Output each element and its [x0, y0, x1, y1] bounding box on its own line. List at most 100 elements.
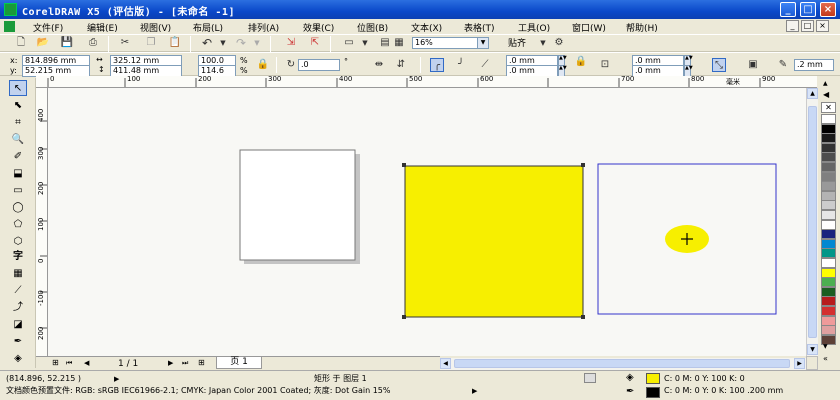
palette-swatch[interactable] — [821, 229, 836, 240]
doc-minimize-button[interactable]: _ — [786, 20, 799, 32]
menu-help[interactable]: 帮助(H) — [626, 21, 658, 34]
application-launcher-icon[interactable]: ▭ — [342, 36, 356, 50]
copy-icon[interactable]: ❐ — [144, 36, 158, 50]
add-page-after-icon[interactable]: ⊞ — [198, 358, 205, 367]
palette-swatch[interactable] — [821, 277, 836, 288]
document-icon[interactable] — [4, 21, 15, 32]
scroll-up-arrow-icon[interactable]: ▲ — [807, 88, 818, 99]
no-fill-swatch[interactable]: ✕ — [821, 102, 836, 113]
zoom-dropdown-icon[interactable]: ▼ — [477, 37, 489, 49]
menu-view[interactable]: 视图(V) — [140, 21, 171, 34]
undo-icon[interactable]: ↶ — [200, 36, 214, 50]
smart-fill-tool-icon[interactable]: ⬓ — [9, 166, 27, 182]
palette-swatch[interactable] — [821, 133, 836, 144]
corel-connect-icon[interactable]: ▦ — [392, 36, 406, 50]
menu-arrange[interactable]: 排列(A) — [248, 21, 279, 34]
scalloped-corner-icon[interactable]: ╯ — [454, 58, 468, 72]
palette-swatch[interactable] — [821, 248, 836, 259]
horizontal-ruler[interactable]: 0 100 200 300 400 500 600 700 800 900 毫米 — [36, 76, 817, 88]
add-page-before-icon[interactable]: ⊞ — [52, 358, 59, 367]
export-icon[interactable]: ⇱ — [308, 36, 322, 50]
palette-expand-icon[interactable]: « — [823, 354, 828, 363]
redo-dropdown-icon[interactable]: ▼ — [250, 36, 264, 50]
palette-swatch[interactable] — [821, 181, 836, 192]
connector-tool-icon[interactable]: ⤴ — [9, 300, 27, 316]
palette-swatch[interactable] — [821, 190, 836, 201]
horizontal-scroll-thumb[interactable] — [454, 359, 790, 368]
status-expand-icon[interactable]: ▶ — [114, 373, 119, 385]
palette-scroll-down-icon[interactable]: ▼ — [823, 343, 828, 350]
transparency-icon[interactable] — [584, 373, 596, 383]
paste-icon[interactable]: 📋 — [168, 36, 182, 50]
palette-swatch[interactable] — [821, 306, 836, 316]
menu-file[interactable]: 文件(F) — [33, 21, 63, 34]
launcher-dropdown-icon[interactable]: ▼ — [358, 36, 372, 50]
fill-bucket-icon[interactable]: ◈ — [626, 372, 634, 383]
menu-layout[interactable]: 布局(L) — [193, 21, 223, 34]
basic-shapes-tool-icon[interactable]: ⬡ — [9, 234, 27, 250]
relative-corner-scaling-icon[interactable]: ⊡ — [598, 58, 612, 72]
menu-bitmaps[interactable]: 位图(B) — [357, 21, 388, 34]
palette-swatch[interactable] — [821, 210, 836, 220]
palette-flyout-icon[interactable]: ◀ — [823, 90, 829, 99]
lock-corners-icon[interactable]: 🔒 — [574, 55, 588, 69]
shape-tool-icon[interactable]: ⬉ — [9, 98, 27, 114]
palette-swatch[interactable] — [821, 315, 836, 326]
minimize-button[interactable]: _ — [780, 2, 796, 17]
page-tab-1[interactable]: 页 1 — [216, 357, 262, 369]
blend-tool-icon[interactable]: ◪ — [9, 317, 27, 333]
snap-dropdown-icon[interactable]: ▼ — [536, 36, 550, 50]
previous-page-icon[interactable]: ◀ — [84, 359, 89, 367]
palette-swatch[interactable] — [821, 267, 836, 278]
redo-icon[interactable]: ↷ — [234, 36, 248, 50]
coreldraw-app-icon[interactable] — [4, 3, 17, 16]
outline-color-swatch[interactable] — [646, 387, 660, 398]
undo-dropdown-icon[interactable]: ▼ — [216, 36, 230, 50]
menu-window[interactable]: 窗口(W) — [572, 21, 606, 34]
open-icon[interactable]: 📂 — [36, 36, 50, 50]
last-page-icon[interactable]: ⏭ — [182, 359, 188, 368]
next-page-icon[interactable]: ▶ — [168, 359, 173, 367]
zoom-tool-icon[interactable]: 🔍 — [9, 132, 27, 148]
zoom-level-field[interactable]: 16% — [412, 37, 478, 49]
menu-table[interactable]: 表格(T) — [464, 21, 495, 34]
rectangle-tool-icon[interactable]: ▭ — [9, 183, 27, 199]
palette-swatch[interactable] — [821, 258, 836, 268]
snap-to-label[interactable]: 贴齐 — [508, 39, 526, 49]
doc-close-button[interactable]: × — [816, 20, 829, 32]
menu-tools[interactable]: 工具(O) — [518, 21, 550, 34]
palette-swatch[interactable] — [821, 142, 836, 153]
save-icon[interactable]: 💾 — [60, 36, 74, 50]
cut-icon[interactable]: ✂ — [118, 36, 132, 50]
drawing-canvas[interactable] — [48, 88, 806, 356]
vertical-scroll-thumb[interactable] — [808, 106, 817, 338]
mirror-horizontal-icon[interactable]: ⇹ — [372, 58, 386, 72]
first-page-icon[interactable]: ⏮ — [66, 359, 72, 368]
maximize-button[interactable]: □ — [800, 2, 816, 17]
close-button[interactable]: × — [820, 2, 836, 17]
welcome-screen-icon[interactable]: ▤ — [378, 36, 392, 50]
navigator-corner-icon[interactable] — [806, 356, 818, 370]
options-icon[interactable]: ⚙ — [552, 36, 566, 50]
palette-swatch[interactable] — [821, 325, 836, 336]
palette-swatch[interactable] — [821, 114, 836, 124]
lock-ratio-icon[interactable]: 🔒 — [256, 58, 270, 72]
profile-expand-icon[interactable]: ▶ — [472, 385, 477, 397]
scroll-down-arrow-icon[interactable]: ▼ — [807, 344, 818, 355]
palette-swatch[interactable] — [821, 296, 836, 307]
text-tool-icon[interactable]: 字 — [9, 249, 27, 265]
crop-tool-icon[interactable]: ⌗ — [9, 115, 27, 131]
dimension-tool-icon[interactable]: ⟋ — [9, 283, 27, 299]
palette-swatch[interactable] — [821, 152, 836, 163]
scroll-left-arrow-icon[interactable]: ◀ — [440, 358, 451, 369]
new-document-icon[interactable]: 🗋 — [14, 36, 28, 50]
menu-edit[interactable]: 编辑(E) — [87, 21, 118, 34]
palette-scroll-up-icon[interactable]: ▲ — [823, 80, 828, 87]
wrap-text-icon[interactable]: ▣ — [746, 58, 760, 72]
polygon-tool-icon[interactable]: ⬠ — [9, 217, 27, 233]
palette-swatch[interactable] — [821, 162, 836, 172]
vertical-scrollbar[interactable]: ▲ ▼ — [806, 88, 818, 356]
pick-tool-icon[interactable]: ↖ — [9, 80, 27, 96]
palette-swatch[interactable] — [821, 286, 836, 297]
palette-swatch[interactable] — [821, 171, 836, 182]
